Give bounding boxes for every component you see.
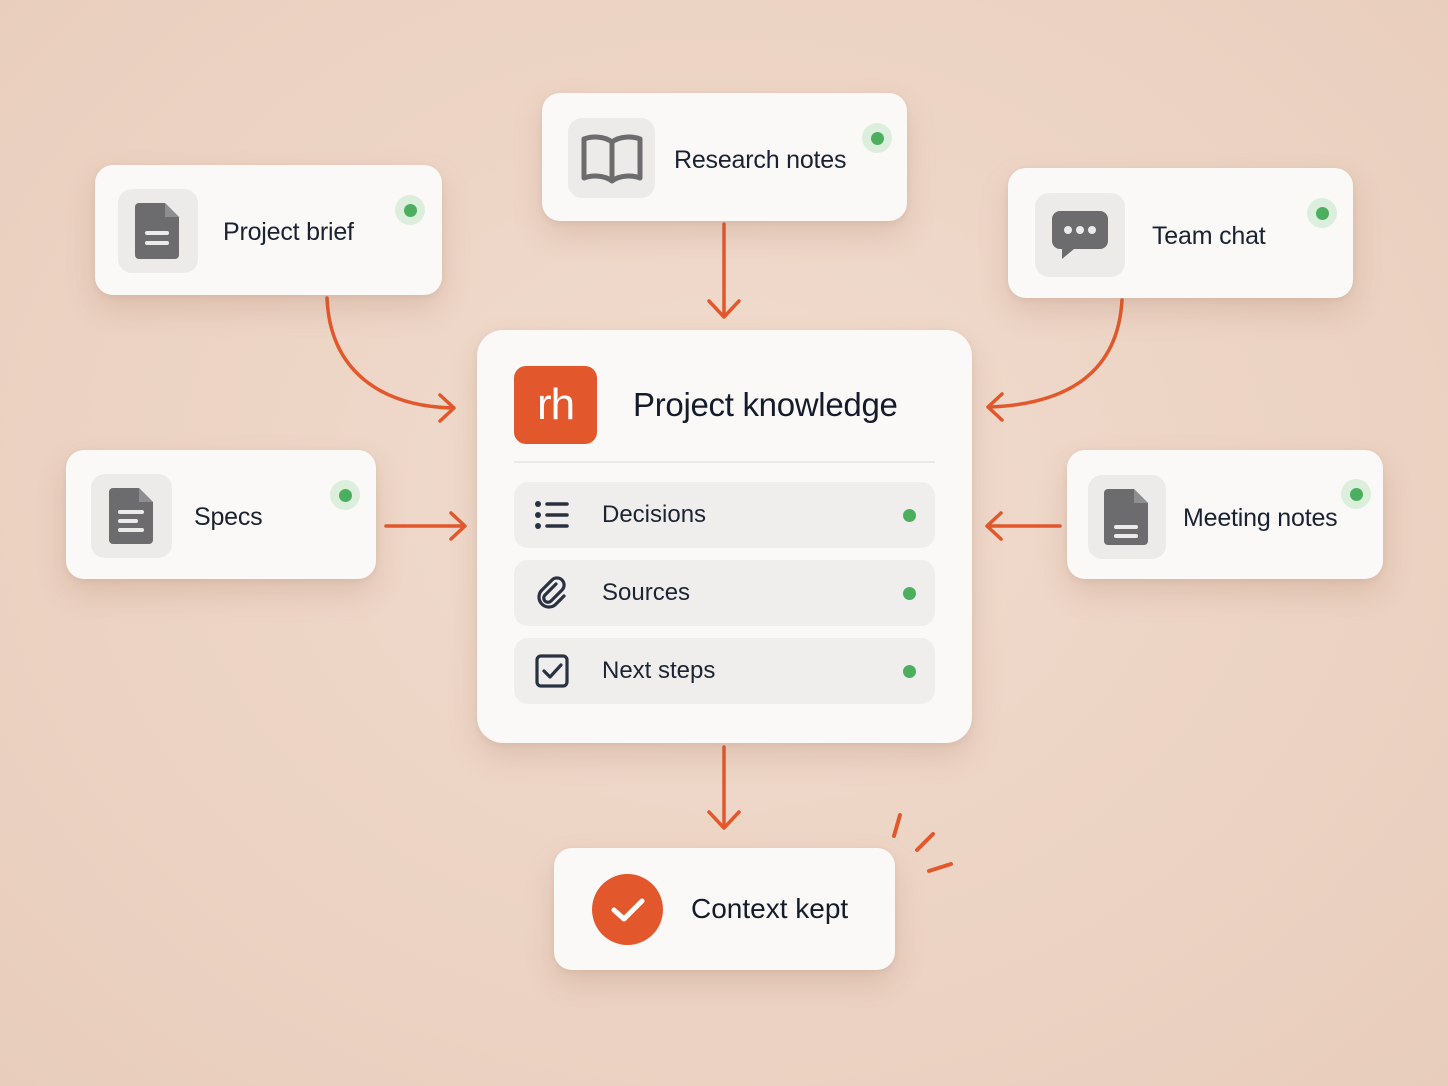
status-indicator (903, 509, 916, 522)
status-indicator (395, 195, 425, 225)
result-label: Context kept (691, 893, 849, 924)
checkbox-icon (534, 653, 570, 689)
source-card-meeting-notes[interactable]: Meeting notes (1067, 450, 1383, 579)
document-icon (118, 189, 198, 273)
chat-bubble-icon (1035, 193, 1125, 277)
source-card-team-chat[interactable]: Team chat (1008, 168, 1353, 298)
checkmark-circle-icon (592, 874, 663, 945)
row-label: Sources (602, 579, 691, 606)
status-indicator (903, 665, 916, 678)
status-indicator (330, 480, 360, 510)
source-label: Specs (194, 503, 263, 531)
result-card-context-kept: Context kept (554, 848, 895, 970)
document-icon (1088, 475, 1166, 559)
brand-logo: rh (514, 366, 597, 444)
source-card-specs[interactable]: Specs (66, 450, 376, 579)
source-label: Meeting notes (1183, 504, 1338, 532)
source-card-research-notes[interactable]: Research notes (542, 93, 907, 221)
status-indicator (903, 587, 916, 600)
hub-row-sources[interactable]: Sources (514, 560, 935, 626)
hub-row-next-steps[interactable]: Next steps (514, 638, 935, 704)
paperclip-icon (534, 575, 570, 611)
hub-row-decisions[interactable]: Decisions (514, 482, 935, 548)
hub-divider (514, 461, 935, 463)
source-label: Team chat (1152, 222, 1266, 250)
hub-title: Project knowledge (633, 386, 898, 423)
source-card-project-brief[interactable]: Project brief (95, 165, 442, 295)
status-indicator (1307, 198, 1337, 228)
source-label: Project brief (223, 218, 354, 246)
open-book-icon (568, 118, 655, 198)
document-lines-icon (91, 474, 172, 558)
row-label: Decisions (602, 501, 707, 528)
status-indicator (1341, 479, 1371, 509)
spark-marks (892, 813, 953, 873)
arrow-brief-to-hub (325, 296, 454, 410)
arrow-chat-to-hub (988, 298, 1124, 409)
project-knowledge-hub: rh Project knowledge Decisions Sources N… (477, 330, 972, 743)
row-label: Next steps (602, 657, 716, 684)
list-icon (534, 497, 570, 533)
source-label: Research notes (674, 146, 847, 174)
status-indicator (862, 123, 892, 153)
